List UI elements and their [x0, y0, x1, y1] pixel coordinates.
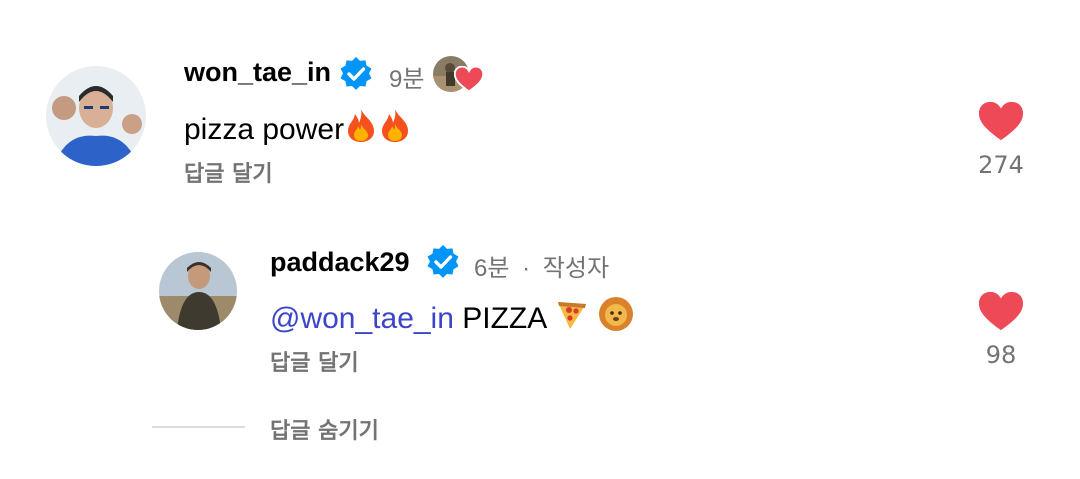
- heart-icon[interactable]: [970, 100, 1032, 147]
- comment-username[interactable]: paddack29: [270, 247, 410, 278]
- avatar-won-tae-in[interactable]: [46, 66, 146, 166]
- like-group: 98: [970, 290, 1032, 369]
- heart-icon[interactable]: [970, 290, 1032, 337]
- like-count[interactable]: 98: [970, 341, 1032, 369]
- reply-button[interactable]: 답글 달기: [184, 156, 273, 188]
- comment-text: @won_tae_in PIZZA: [270, 296, 634, 340]
- comment-timestamp[interactable]: 9분: [389, 59, 424, 94]
- comment-body: PIZZA: [462, 302, 546, 335]
- like-group: 274: [970, 100, 1032, 179]
- fire-emoji-icon: [378, 107, 412, 151]
- comment-timestamp[interactable]: 6분: [474, 255, 509, 282]
- verified-badge-icon: [338, 56, 374, 97]
- pizza-emoji-icon: [554, 296, 590, 340]
- fire-emoji-icon: [344, 107, 378, 151]
- hide-replies-divider: [152, 426, 245, 428]
- meta-separator: ·: [522, 255, 531, 282]
- heart-icon: [453, 65, 485, 97]
- avatar-paddack29[interactable]: [159, 252, 237, 330]
- author-tag: 작성자: [542, 254, 610, 282]
- comment-meta: 6분 · 작성자: [474, 248, 609, 283]
- verified-badge-icon: [425, 244, 461, 285]
- comment-text: pizza power: [184, 107, 412, 151]
- comment-body: pizza power: [184, 113, 345, 146]
- comment-username[interactable]: won_tae_in: [184, 57, 331, 88]
- mention-link[interactable]: @won_tae_in: [270, 302, 454, 335]
- reply-button[interactable]: 답글 달기: [270, 345, 359, 377]
- like-count[interactable]: 274: [970, 151, 1032, 179]
- lion-emoji-icon: [598, 296, 634, 340]
- hide-replies-button[interactable]: 답글 숨기기: [270, 413, 379, 445]
